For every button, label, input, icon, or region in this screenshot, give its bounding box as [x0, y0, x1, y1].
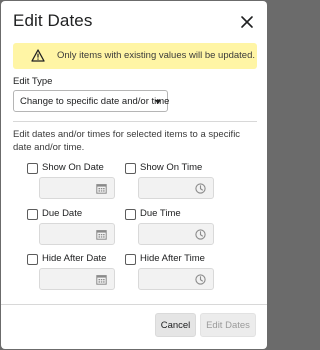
caret-down-icon: [155, 100, 161, 104]
clock-icon[interactable]: [195, 183, 206, 194]
checkbox-box[interactable]: [27, 209, 38, 220]
show-on-date-label: Show On Date: [42, 162, 104, 173]
due-time-input[interactable]: [138, 223, 214, 245]
hide-after-time-label: Hide After Time: [140, 253, 205, 264]
cancel-button[interactable]: Cancel: [155, 313, 196, 337]
edit-dates-dialog: Edit Dates Only items with existing valu…: [1, 1, 267, 349]
edit-dates-button[interactable]: Edit Dates: [200, 313, 256, 337]
edit-type-selected-value: Change to specific date and/or time: [20, 96, 170, 107]
clock-icon[interactable]: [195, 229, 206, 240]
close-button[interactable]: [235, 10, 259, 34]
due-date-input[interactable]: [39, 223, 115, 245]
checkbox-box[interactable]: [125, 254, 136, 265]
footer-divider: [1, 304, 267, 305]
checkbox-box[interactable]: [125, 163, 136, 174]
edit-type-label: Edit Type: [13, 76, 53, 87]
warning-icon: [31, 49, 45, 62]
due-date-label: Due Date: [42, 208, 83, 219]
show-on-time-label: Show On Time: [140, 162, 203, 173]
clock-icon[interactable]: [195, 274, 206, 285]
show-on-date-input[interactable]: [39, 177, 115, 199]
checkbox-box[interactable]: [27, 254, 38, 265]
hide-after-date-input[interactable]: [39, 268, 115, 290]
calendar-icon[interactable]: [96, 183, 107, 194]
info-alert: Only items with existing values will be …: [13, 43, 257, 69]
alert-text: Only items with existing values will be …: [57, 50, 256, 61]
calendar-icon[interactable]: [96, 229, 107, 240]
edit-description: Edit dates and/or times for selected ite…: [13, 129, 241, 153]
show-on-time-input[interactable]: [138, 177, 214, 199]
dialog-title: Edit Dates: [13, 11, 93, 30]
dialog-header: Edit Dates: [1, 1, 267, 41]
checkbox-box[interactable]: [125, 209, 136, 220]
close-icon: [241, 16, 253, 28]
due-time-label: Due Time: [140, 208, 181, 219]
hide-after-date-label: Hide After Date: [42, 253, 107, 264]
calendar-icon[interactable]: [96, 274, 107, 285]
checkbox-box[interactable]: [27, 163, 38, 174]
divider: [13, 121, 257, 122]
edit-type-select[interactable]: Change to specific date and/or time: [13, 90, 170, 112]
hide-after-time-input[interactable]: [138, 268, 214, 290]
